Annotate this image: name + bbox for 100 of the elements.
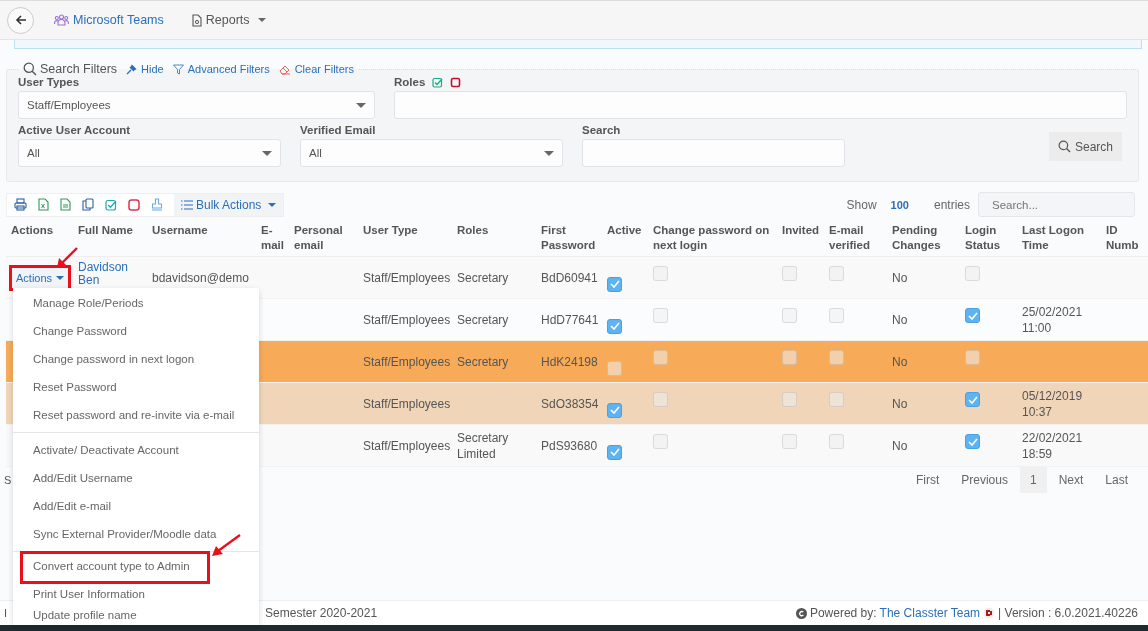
column-header[interactable]: Personal email — [289, 222, 358, 256]
back-button[interactable] — [7, 6, 34, 34]
roles-cell: Secretary — [457, 311, 509, 328]
teams-link[interactable]: Microsoft Teams — [54, 13, 164, 27]
column-header[interactable]: User Type — [358, 222, 452, 256]
page-link[interactable]: 1 — [1019, 467, 1047, 493]
menu-item[interactable]: Change Password — [13, 317, 259, 345]
full-name-link[interactable]: Davidson Ben — [78, 261, 142, 287]
back-arrow-icon — [14, 14, 27, 26]
column-header[interactable]: Full Name — [73, 222, 147, 256]
filters-title: Search Filters — [23, 62, 118, 76]
pin-icon — [126, 63, 138, 75]
list-icon — [181, 199, 193, 210]
user-type-cell: Staff/Employees — [363, 396, 451, 411]
menu-item[interactable]: Print User Information — [13, 580, 259, 608]
select-all-icon[interactable] — [432, 76, 444, 88]
pending-changes-cell: No — [892, 396, 908, 411]
search-button[interactable]: Search — [1049, 132, 1122, 161]
check-all-icon[interactable] — [105, 198, 117, 211]
field-label: User Types — [18, 76, 81, 88]
hide-link[interactable]: Hide — [126, 63, 164, 75]
reports-menu[interactable]: Reports — [191, 13, 266, 27]
user-type-cell: Staff/Employees — [363, 270, 451, 285]
password-cell: HdK24198 — [541, 354, 598, 369]
next-page-link[interactable]: Next — [1048, 467, 1094, 493]
roles-field[interactable] — [394, 91, 1127, 119]
search-icon — [1058, 140, 1071, 153]
user-type-cell: Staff/Employees — [363, 312, 451, 327]
print-icon[interactable] — [14, 198, 27, 211]
field-label: Roles — [394, 76, 426, 88]
password-cell: PdS93680 — [541, 438, 598, 453]
checkbox[interactable] — [607, 402, 622, 418]
column-header[interactable]: Active — [602, 222, 648, 256]
column-header[interactable]: Change password on next login — [648, 222, 777, 256]
powered-by-text: Powered by: — [809, 606, 877, 620]
menu-item[interactable]: Change password in next logon — [13, 345, 259, 373]
column-header[interactable]: Login Status — [960, 222, 1017, 256]
menu-item[interactable]: Activate/ Deactivate Account — [13, 436, 259, 464]
clear-filters-link[interactable]: Clear Filters — [278, 63, 354, 75]
uncheck-all-icon[interactable] — [128, 198, 140, 211]
menu-item[interactable]: Add/Edit e-mail — [13, 492, 259, 520]
checkbox[interactable] — [607, 444, 622, 460]
search-icon — [23, 62, 37, 76]
pending-changes-cell: No — [892, 438, 908, 453]
table-search-field[interactable]: Search... — [978, 192, 1135, 217]
menu-item[interactable]: Add/Edit Username — [13, 464, 259, 492]
column-header[interactable]: Pending Changes — [887, 222, 960, 256]
advanced-filters-link[interactable]: Advanced Filters — [172, 63, 270, 75]
page-size-select[interactable]: 100 — [890, 198, 909, 211]
menu-item[interactable]: Sync External Provider/Moodle data — [13, 520, 259, 548]
pending-changes-cell: No — [892, 312, 908, 327]
column-header[interactable]: ID Numb — [1101, 222, 1148, 256]
copyright-icon — [795, 607, 807, 619]
user-types-select[interactable]: Staff/Employees — [18, 91, 375, 119]
first-page-link[interactable]: First — [905, 467, 950, 493]
checkbox[interactable] — [965, 308, 980, 323]
bulk-actions-button[interactable]: Bulk Actions — [174, 193, 284, 216]
column-header[interactable]: Username — [147, 222, 256, 256]
password-cell: BdD60941 — [541, 270, 598, 285]
team-link[interactable]: The Classter Team — [879, 606, 981, 620]
active-account-select[interactable]: All — [18, 139, 281, 167]
search-field[interactable] — [582, 139, 845, 167]
menu-item[interactable]: Update profile name — [13, 608, 259, 622]
field-label: Active User Account — [18, 124, 132, 136]
menu-item[interactable]: Reset password and re-invite via e-mail — [13, 401, 259, 429]
column-header[interactable]: Roles — [452, 222, 536, 256]
checkbox[interactable] — [607, 276, 622, 292]
menu-item[interactable]: Reset Password — [13, 373, 259, 401]
roles-cell: Secretary — [457, 269, 509, 286]
last-logon-cell-text: 25/02/2021 11:00 — [1022, 303, 1084, 336]
entries-label: entries — [933, 197, 970, 212]
column-header[interactable]: E-mail verified — [824, 222, 887, 256]
column-header[interactable]: Actions — [6, 222, 73, 256]
user-type-cell: Staff/Employees — [363, 438, 451, 453]
previous-page-link[interactable]: Previous — [951, 467, 1018, 493]
checkbox[interactable] — [965, 392, 980, 407]
copy-icon[interactable] — [82, 198, 94, 211]
spreadsheet-icon[interactable] — [38, 198, 49, 211]
deselect-all-icon[interactable] — [450, 76, 462, 88]
last-page-link[interactable]: Last — [1095, 467, 1138, 493]
checkbox[interactable] — [965, 434, 980, 449]
last-logon-cell-text: 22/02/2021 18:59 — [1022, 429, 1084, 462]
checkbox[interactable] — [607, 318, 622, 334]
user-type-cell: Staff/Employees — [363, 354, 451, 369]
stamp-icon[interactable] — [151, 198, 163, 211]
pending-changes-cell: No — [892, 354, 908, 369]
menu-item[interactable]: Manage Role/Periods — [13, 289, 259, 317]
actions-button[interactable]: Actions — [12, 267, 69, 288]
column-header[interactable]: Invited — [777, 222, 824, 256]
field-label: Verified Email — [300, 124, 377, 136]
version-text: | Version : 6.0.2021.40226 — [998, 606, 1138, 620]
file-icon[interactable] — [60, 198, 71, 211]
verified-email-select[interactable]: All — [300, 139, 563, 167]
password-cell: SdO38354 — [541, 396, 599, 411]
document-icon — [191, 13, 202, 27]
column-header[interactable]: Last Logon Time — [1017, 222, 1101, 256]
column-header[interactable]: E-mail — [256, 222, 289, 256]
column-header[interactable]: First Password — [536, 222, 602, 256]
field-label: Search — [582, 124, 622, 136]
pending-changes-cell: No — [892, 270, 908, 285]
